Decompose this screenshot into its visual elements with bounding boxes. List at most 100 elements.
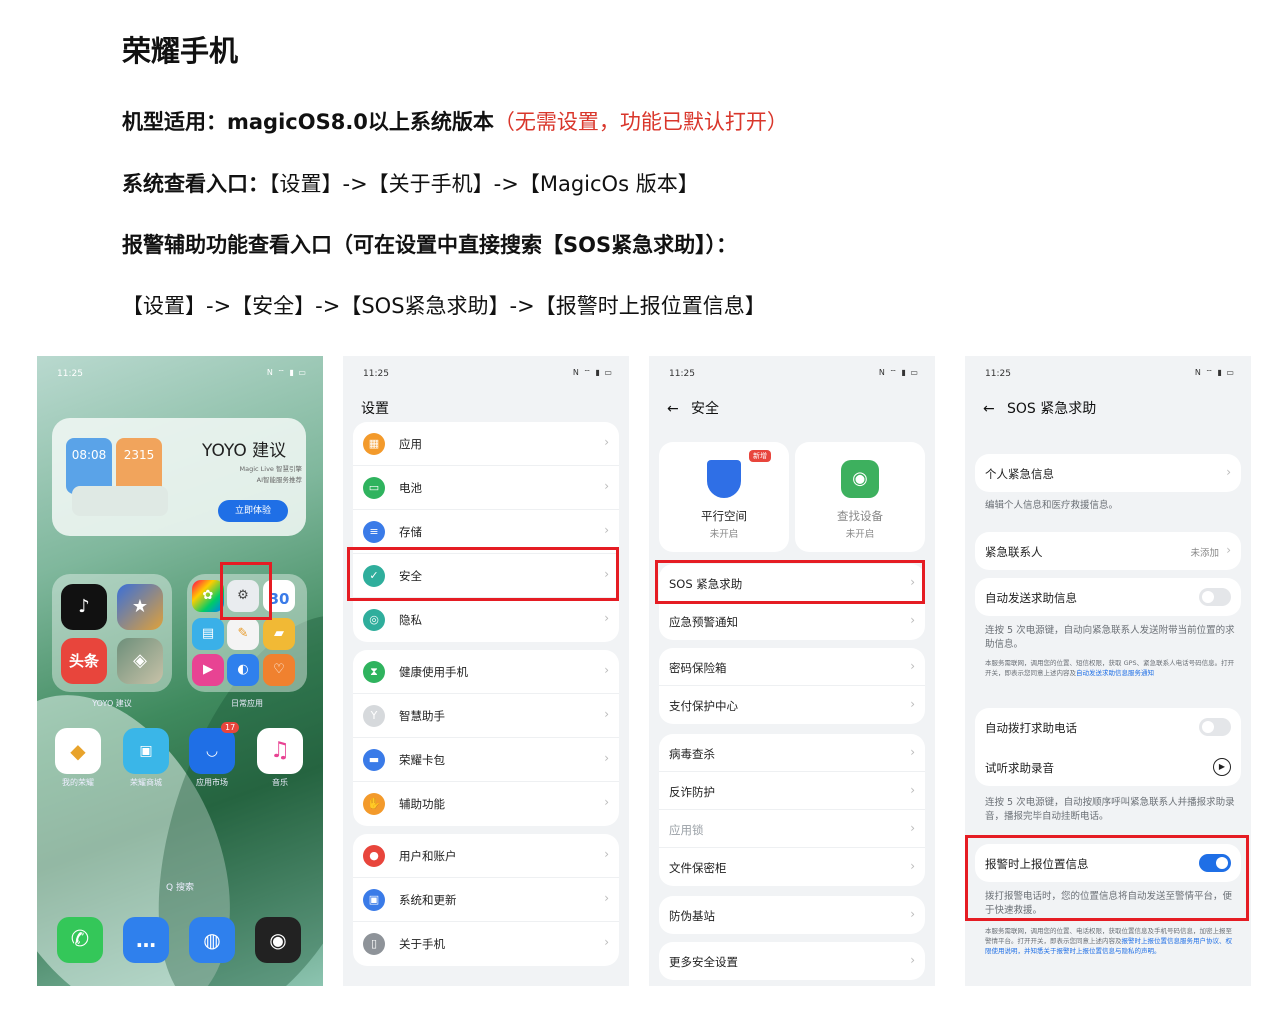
chevron-right-icon: › [604,795,609,809]
security-item[interactable]: 密码保险箱 › [659,648,925,686]
game2-icon[interactable]: ◈ [117,638,163,684]
security-item[interactable]: 支付保护中心 › [659,686,925,724]
status-bar: 11:25 N ⌔ ▮ ▭ [649,356,935,386]
shield-icon [707,460,741,498]
yoyo-title: YOYO 建议 [202,441,287,461]
contact-value: 未添加 [1190,548,1219,559]
chevron-right-icon: › [910,697,915,711]
chevron-right-icon: › [604,479,609,493]
play-icon[interactable]: ▶ [1213,758,1231,776]
settings-item[interactable]: ▭ 电池 › [353,466,619,510]
status-time: 11:25 [985,369,1011,379]
try-now-button[interactable]: 立即体验 [218,500,288,522]
settings-item-label: 存储 [399,525,422,539]
settings-item[interactable]: ● 用户和账户 › [353,834,619,878]
tile-status: 未开启 [845,529,875,540]
security-item[interactable]: 反诈防护 › [659,772,925,810]
status-bar: 11:25 N ⌔ ▮ ▭ [37,356,323,386]
tools-icon[interactable]: ▰ [263,618,295,650]
settings-item-icon: ▦ [363,433,385,455]
personal-info-desc: 编辑个人信息和医疗救援信息。 [985,500,1119,511]
settings-item[interactable]: ▯ 关于手机 › [353,922,619,966]
chevron-right-icon: › [1226,465,1231,479]
auto-call-toggle[interactable] [1199,718,1231,736]
messages-icon[interactable]: … [123,917,169,963]
widget-cards: 08:08 2315 [66,434,176,520]
default-on-note: （无需设置，功能已默认打开） [493,110,788,134]
settings-item-label: 隐私 [399,613,422,627]
browser-dock-icon[interactable]: ◍ [189,917,235,963]
security-item-label: 支付保护中心 [669,699,738,713]
security-item[interactable]: 文件保密柜 › [659,848,925,886]
settings-item[interactable]: ▬ 荣耀卡包 › [353,738,619,782]
settings-item-label: 系统和更新 [399,893,457,907]
report-location-fine: 本服务需联网，调用您的位置、电话权限，获取位置信息及手机号码信息，加密上报至警情… [985,926,1237,956]
status-icons: N ⌔ ▮ ▭ [266,368,307,377]
toutiao-icon[interactable]: 头条 [61,638,107,684]
browser-icon[interactable]: ◐ [227,654,259,686]
settings-item[interactable]: ⧗ 健康使用手机 › [353,650,619,694]
settings-item-label: 应用 [399,437,422,451]
video-icon[interactable]: ▶ [192,654,224,686]
security-item[interactable]: 应用锁 › [659,810,925,848]
settings-item-icon: ✋ [363,793,385,815]
sos-screen: 11:25 N ⌔ ▮ ▭ ← SOS 紧急求助 个人紧急信息 › 编辑个人信息和医疗… [965,356,1251,986]
security-group: 更多安全设置 › [659,942,925,980]
security-group: 病毒查杀 › 反诈防护 › 应用锁 › 文件保密柜 › [659,734,925,886]
row-label: 个人紧急信息 [985,467,1054,481]
auto-call-card: 自动拨打求助电话 试听求助录音 ▶ [975,708,1241,786]
settings-item[interactable]: Y 智慧助手 › [353,694,619,738]
my-honor-icon[interactable]: ◆ [55,728,101,774]
back-arrow-icon[interactable]: ← [983,401,997,417]
settings-item-icon: ▣ [363,889,385,911]
row-label: 自动发送求助信息 [985,591,1077,605]
chevron-right-icon: › [604,663,609,677]
status-icons: N ⌔ ▮ ▭ [572,368,613,377]
system-entry-line: 系统查看入口：【设置】->【关于手机】->【MagicOs 版本】 [122,168,699,198]
security-item[interactable]: 防伪基站 › [659,896,925,934]
emergency-contact-row[interactable]: 紧急联系人 未添加 › [975,532,1241,570]
security-item-label: 防伪基站 [669,909,715,923]
app-market-icon[interactable]: ◡ [189,728,235,774]
folder-label: YOYO 建议 [92,699,132,708]
back-arrow-icon[interactable]: ← [667,401,681,417]
tile-status: 未开启 [709,529,739,540]
security-item[interactable]: 更多安全设置 › [659,942,925,980]
auto-message-toggle[interactable] [1199,588,1231,606]
settings-screen: 11:25 N ⌔ ▮ ▭ 设置 ▦ 应用 › ▭ 电池 › ≡ 存储 › ✓ 安全 › ◎ 隐私 › ⧗ 健康… [343,356,629,986]
system-entry-path: 【设置】->【关于手机】->【MagicOs 版本】 [269,172,699,196]
search-hint[interactable]: Q 搜索 [37,880,323,893]
music-icon[interactable]: ♫ [257,728,303,774]
report-location-highlight [965,835,1249,921]
settings-item-icon: ▯ [363,933,385,955]
books-icon[interactable]: ▤ [192,618,224,650]
tile-name: 平行空间 [701,509,747,523]
game-icon[interactable]: ★ [117,584,163,630]
yoyo-widget[interactable]: 08:08 2315 YOYO 建议 Magic Live 智慧引擎 AI智能服务… [52,418,306,536]
find-device-tile[interactable]: ◉ 查找设备 未开启 [795,442,925,552]
camera-icon[interactable]: ◉ [255,917,301,963]
settings-item[interactable]: ✋ 辅助功能 › [353,782,619,826]
notes-icon[interactable]: ✎ [227,618,259,650]
settings-item-label: 智慧助手 [399,709,445,723]
settings-highlight [220,562,272,620]
fine-link[interactable]: 自动发送求助信息服务通知 [1076,669,1154,677]
chevron-right-icon: › [604,751,609,765]
security-item-label: 病毒查杀 [669,747,715,761]
status-time: 11:25 [669,369,695,379]
page-header: ← 安全 [667,398,719,418]
honor-mall-icon[interactable]: ▣ [123,728,169,774]
health-icon[interactable]: ♡ [263,654,295,686]
settings-item[interactable]: ▣ 系统和更新 › [353,878,619,922]
security-item[interactable]: 应急预警通知 › [659,602,925,640]
security-item[interactable]: 病毒查杀 › [659,734,925,772]
settings-item[interactable]: ◎ 隐私 › [353,598,619,642]
parallel-space-tile[interactable]: 新增 平行空间 未开启 [659,442,789,552]
settings-item[interactable]: ▦ 应用 › [353,422,619,466]
personal-info-row[interactable]: 个人紧急信息 › [975,454,1241,492]
test-recording-label[interactable]: 试听求助录音 [985,760,1054,776]
tiktok-icon[interactable]: ♪ [61,584,107,630]
phone-icon[interactable]: ✆ [57,917,103,963]
security-item-label: 应急预警通知 [669,615,738,629]
settings-item-icon: Y [363,705,385,727]
